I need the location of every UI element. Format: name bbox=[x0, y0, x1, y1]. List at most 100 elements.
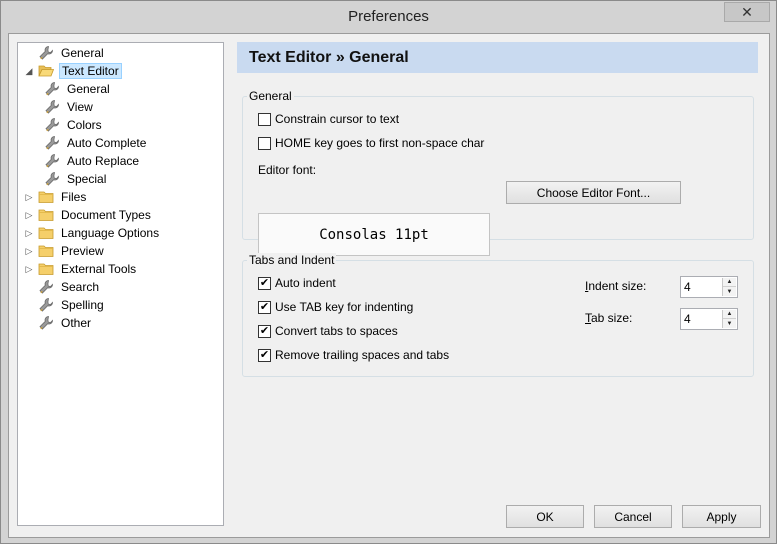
tree-item[interactable]: ▷ Language Options bbox=[24, 224, 161, 242]
tree-item[interactable]: ▷ Preview bbox=[24, 242, 106, 260]
home-key-label: HOME key goes to first non-space char bbox=[275, 136, 485, 150]
wrench-icon bbox=[44, 117, 60, 133]
tree-item[interactable]: View bbox=[44, 98, 95, 116]
tab-size-spinner[interactable]: 4 ▲ ▼ bbox=[680, 308, 738, 330]
folder-icon bbox=[38, 189, 54, 205]
editor-font-preview: Consolas 11pt bbox=[258, 213, 490, 256]
tree-item[interactable]: Special bbox=[44, 170, 108, 188]
cancel-button[interactable]: Cancel bbox=[594, 505, 672, 528]
tree-item[interactable]: Auto Replace bbox=[44, 152, 141, 170]
tree-item-label: Other bbox=[61, 316, 92, 330]
apply-button[interactable]: Apply bbox=[682, 505, 761, 528]
wrench-icon bbox=[44, 81, 60, 97]
tree-item-label: General bbox=[67, 82, 110, 96]
preferences-window: Preferences ✕ General ◢ Text Editor General… bbox=[0, 0, 777, 544]
constrain-cursor-checkbox[interactable] bbox=[258, 112, 271, 126]
tree-item[interactable]: Spelling bbox=[24, 296, 106, 314]
tabs-indent-group-title: Tabs and Indent bbox=[247, 253, 337, 267]
spin-down-icon[interactable]: ▼ bbox=[723, 287, 736, 296]
constrain-cursor-option[interactable]: Constrain cursor to text bbox=[258, 111, 399, 127]
wrench-icon bbox=[38, 315, 54, 331]
auto-indent-label: Auto indent bbox=[275, 276, 336, 290]
expander-icon[interactable]: ◢ bbox=[24, 66, 34, 76]
expander-icon[interactable]: ▷ bbox=[24, 246, 34, 256]
tree-item[interactable]: ▷ Document Types bbox=[24, 206, 153, 224]
general-group-title: General bbox=[247, 89, 294, 103]
expander-icon[interactable]: ▷ bbox=[24, 192, 34, 202]
choose-editor-font-button[interactable]: Choose Editor Font... bbox=[506, 181, 681, 204]
use-tab-label: Use TAB key for indenting bbox=[275, 300, 414, 314]
convert-tabs-option[interactable]: ✔ Convert tabs to spaces bbox=[258, 323, 398, 339]
use-tab-option[interactable]: ✔ Use TAB key for indenting bbox=[258, 299, 413, 315]
window-title: Preferences bbox=[348, 8, 429, 25]
indent-size-label: Indent size: bbox=[585, 279, 646, 293]
wrench-icon bbox=[44, 171, 60, 187]
tree-item[interactable]: General bbox=[44, 80, 112, 98]
wrench-icon bbox=[44, 99, 60, 115]
tree-item-label: Colors bbox=[67, 118, 102, 132]
constrain-cursor-label: Constrain cursor to text bbox=[275, 112, 400, 126]
editor-font-label: Editor font: bbox=[258, 163, 317, 177]
remove-trailing-label: Remove trailing spaces and tabs bbox=[275, 348, 450, 362]
spin-up-icon[interactable]: ▲ bbox=[723, 310, 736, 319]
wrench-icon bbox=[38, 297, 54, 313]
tab-size-value[interactable]: 4 bbox=[684, 312, 691, 326]
tree-item-label: Files bbox=[61, 190, 87, 204]
ok-button[interactable]: OK bbox=[506, 505, 584, 528]
close-button[interactable]: ✕ bbox=[724, 2, 770, 22]
dialog-client-area: General ◢ Text Editor General View Colors Auto… bbox=[8, 33, 770, 538]
tab-size-label: Tab size: bbox=[585, 311, 632, 325]
tree-item[interactable]: Search bbox=[24, 278, 101, 296]
tree-item-label: General bbox=[61, 46, 104, 60]
auto-indent-checkbox[interactable]: ✔ bbox=[258, 276, 271, 290]
wrench-icon bbox=[38, 279, 54, 295]
convert-tabs-checkbox[interactable]: ✔ bbox=[258, 324, 271, 338]
use-tab-checkbox[interactable]: ✔ bbox=[258, 300, 271, 314]
tree-item-label: Document Types bbox=[61, 208, 151, 222]
title-bar[interactable]: Preferences ✕ bbox=[1, 1, 776, 33]
home-key-option[interactable]: HOME key goes to first non-space char bbox=[258, 135, 484, 151]
indent-size-arrows: ▲ ▼ bbox=[722, 278, 736, 296]
category-tree[interactable]: General ◢ Text Editor General View Colors Auto… bbox=[17, 42, 224, 526]
tree-item-label: Spelling bbox=[61, 298, 104, 312]
expander-icon[interactable]: ▷ bbox=[24, 228, 34, 238]
tree-item[interactable]: ◢ Text Editor bbox=[24, 62, 122, 80]
wrench-icon bbox=[44, 153, 60, 169]
spin-up-icon[interactable]: ▲ bbox=[723, 278, 736, 287]
page-title: Text Editor » General bbox=[249, 49, 409, 66]
remove-trailing-checkbox[interactable]: ✔ bbox=[258, 348, 271, 362]
convert-tabs-label: Convert tabs to spaces bbox=[275, 324, 398, 338]
tree-item-label: Text Editor bbox=[59, 63, 122, 79]
tree-item-label: View bbox=[67, 100, 93, 114]
tab-size-arrows: ▲ ▼ bbox=[722, 310, 736, 328]
auto-indent-option[interactable]: ✔ Auto indent bbox=[258, 275, 336, 291]
tree-item-label: Special bbox=[67, 172, 107, 186]
tree-item-label: Search bbox=[61, 280, 100, 294]
tree-item[interactable]: Other bbox=[24, 314, 93, 332]
expander-icon[interactable]: ▷ bbox=[24, 264, 34, 274]
spin-down-icon[interactable]: ▼ bbox=[723, 319, 736, 328]
close-icon: ✕ bbox=[741, 3, 753, 20]
folder-icon bbox=[38, 207, 54, 223]
home-key-checkbox[interactable] bbox=[258, 136, 271, 150]
remove-trailing-option[interactable]: ✔ Remove trailing spaces and tabs bbox=[258, 347, 449, 363]
indent-size-value[interactable]: 4 bbox=[684, 280, 691, 294]
tree-item[interactable]: General bbox=[24, 44, 106, 62]
folder-icon bbox=[38, 261, 54, 277]
tree-item-label: Preview bbox=[61, 244, 104, 258]
tree-item-label: Auto Complete bbox=[67, 136, 147, 150]
expander-icon[interactable]: ▷ bbox=[24, 210, 34, 220]
tree-item[interactable]: Auto Complete bbox=[44, 134, 148, 152]
folder-icon bbox=[38, 225, 54, 241]
folder-icon bbox=[38, 243, 54, 259]
tab-size-label-text: ab size: bbox=[591, 311, 633, 325]
tree-item-label: External Tools bbox=[61, 262, 137, 276]
tree-item[interactable]: ▷ Files bbox=[24, 188, 88, 206]
tree-item[interactable]: Colors bbox=[44, 116, 104, 134]
tree-item[interactable]: ▷ External Tools bbox=[24, 260, 138, 278]
tree-item-label: Language Options bbox=[61, 226, 160, 240]
indent-size-spinner[interactable]: 4 ▲ ▼ bbox=[680, 276, 738, 298]
tree-item-label: Auto Replace bbox=[67, 154, 140, 168]
